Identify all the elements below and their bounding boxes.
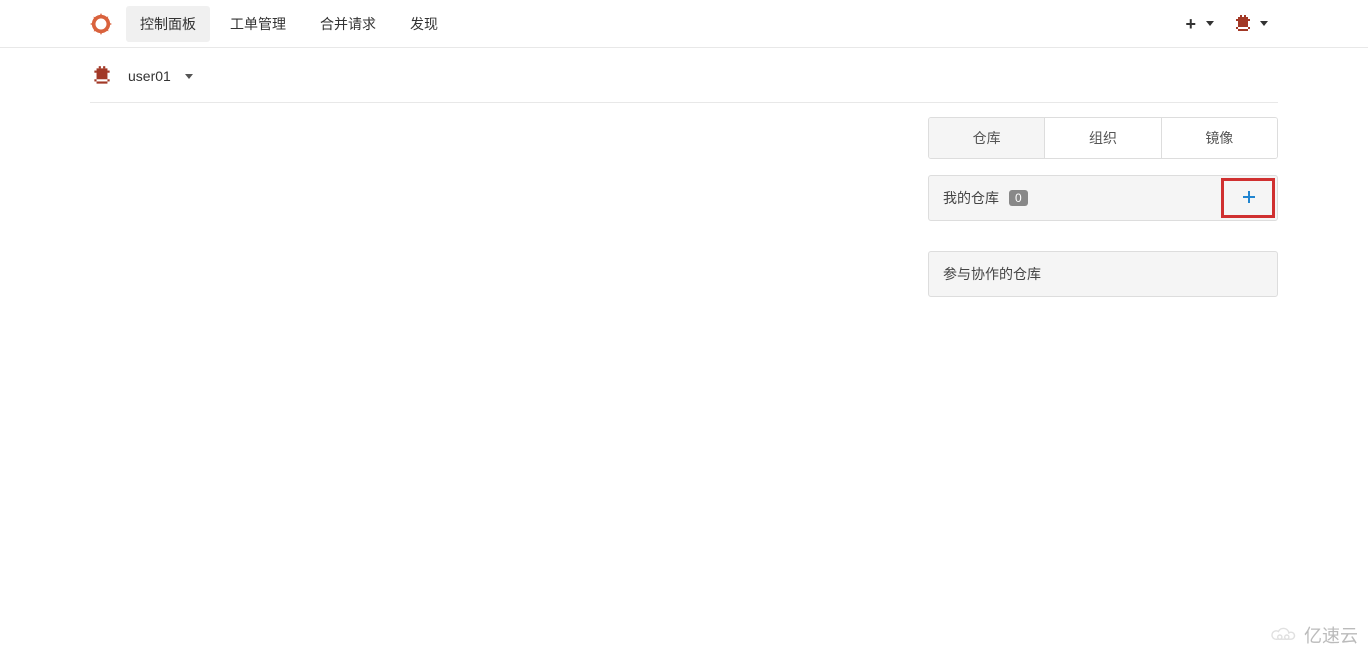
- feed-column: [90, 117, 904, 297]
- nav-right: +: [1185, 13, 1278, 35]
- my-repos-panel: 我的仓库 0: [928, 175, 1278, 221]
- nav-explore[interactable]: 发现: [396, 6, 452, 42]
- cloud-icon: [1270, 625, 1298, 645]
- create-dropdown[interactable]: +: [1185, 15, 1214, 33]
- nav-dashboard[interactable]: 控制面板: [126, 6, 210, 42]
- context-user-switcher[interactable]: user01: [90, 64, 1278, 103]
- tab-mirror[interactable]: 镜像: [1162, 118, 1277, 158]
- context-user-name: user01: [128, 68, 171, 84]
- app-logo[interactable]: [90, 13, 112, 35]
- chevron-down-icon: [185, 74, 193, 79]
- tab-repository[interactable]: 仓库: [929, 118, 1045, 158]
- chevron-down-icon: [1260, 21, 1268, 26]
- collab-repos-panel: 参与协作的仓库: [928, 251, 1278, 297]
- avatar: [1232, 13, 1254, 35]
- plus-icon: +: [1185, 15, 1196, 33]
- collab-repos-header: 参与协作的仓库: [929, 252, 1277, 296]
- avatar: [90, 64, 114, 88]
- panel-title: 我的仓库: [943, 188, 999, 208]
- top-nav: 控制面板 工单管理 合并请求 发现 +: [0, 0, 1368, 48]
- sidebar-column: 仓库 组织 镜像 我的仓库 0 参与协作的仓库: [928, 117, 1278, 297]
- watermark: 亿速云: [1270, 622, 1358, 648]
- sub-header: user01: [0, 64, 1368, 103]
- tab-organization[interactable]: 组织: [1045, 118, 1161, 158]
- nav-items: 控制面板 工单管理 合并请求 发现: [126, 6, 458, 42]
- repo-tabs: 仓库 组织 镜像: [928, 117, 1278, 159]
- plus-icon: [1243, 191, 1255, 203]
- user-menu-dropdown[interactable]: [1232, 13, 1268, 35]
- main-content: 仓库 组织 镜像 我的仓库 0 参与协作的仓库: [0, 103, 1368, 311]
- my-repos-header: 我的仓库 0: [929, 176, 1277, 220]
- nav-pull-requests[interactable]: 合并请求: [306, 6, 390, 42]
- panel-title: 参与协作的仓库: [943, 264, 1041, 284]
- nav-issues[interactable]: 工单管理: [216, 6, 300, 42]
- gear-logo-icon: [90, 13, 112, 35]
- chevron-down-icon: [1206, 21, 1214, 26]
- new-repo-button[interactable]: [1235, 188, 1263, 208]
- watermark-text: 亿速云: [1304, 622, 1358, 648]
- repo-count-badge: 0: [1009, 190, 1028, 206]
